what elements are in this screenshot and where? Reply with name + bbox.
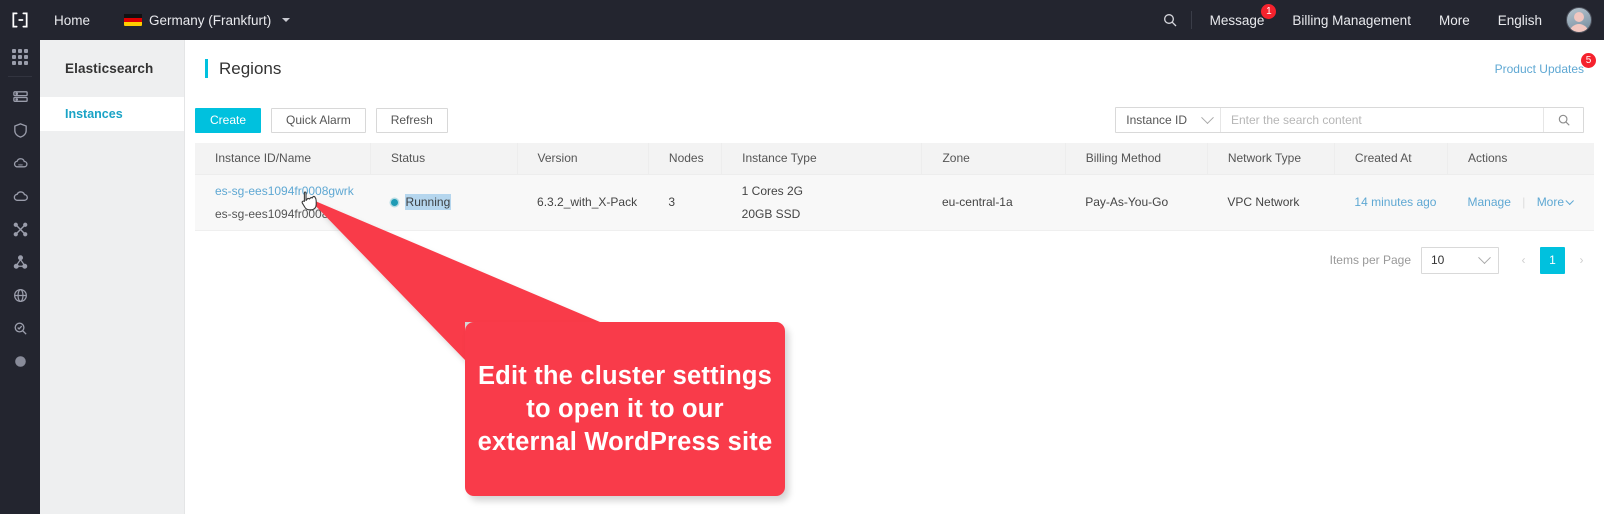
cell-created-at: 14 minutes ago (1334, 174, 1448, 231)
more-actions-label: More (1536, 195, 1565, 209)
column-header-nodes: Nodes (648, 143, 723, 175)
search-filter-select[interactable]: Instance ID (1116, 108, 1221, 132)
cell-network-type: VPC Network (1207, 174, 1335, 231)
column-header-billing-method: Billing Method (1065, 143, 1208, 175)
actions-divider: | (1522, 195, 1526, 209)
pagination: Items per Page 10 ‹ 1 › (185, 231, 1604, 274)
column-header-instance-id-name: Instance ID/Name (195, 143, 372, 175)
chevron-down-icon (1478, 250, 1491, 264)
product-sidebar: Elasticsearch Instances (40, 40, 185, 514)
nodes-share-icon[interactable] (0, 246, 40, 279)
language-selector[interactable]: English (1484, 0, 1556, 40)
instance-type-disk: 20GB SSD (741, 206, 801, 221)
status-dot-icon (390, 198, 398, 206)
cell-version: 6.3.2_with_X-Pack (517, 174, 649, 231)
page-title-text: Regions (219, 58, 282, 78)
billing-management-link[interactable]: Billing Management (1278, 0, 1425, 40)
status-label: Running (404, 194, 452, 210)
product-updates-badge: 5 (1581, 52, 1596, 68)
page-title: Regions (185, 59, 281, 79)
user-avatar-icon[interactable] (1566, 7, 1592, 33)
cell-status: Running (370, 174, 518, 231)
pagination-next-button[interactable]: › (1569, 247, 1594, 274)
message-link[interactable]: Message 1 (1196, 0, 1279, 40)
search-bar: Instance ID (1115, 107, 1584, 133)
callout-text: Edit the cluster settings to open it to … (477, 361, 773, 456)
network-cross-icon[interactable] (0, 213, 40, 246)
instances-table-wrapper: Instance ID/Name Status Version Nodes In… (185, 143, 1604, 231)
instance-type-cores: 1 Cores 2G (741, 183, 803, 198)
cloud-icon[interactable] (0, 180, 40, 213)
product-updates-link[interactable]: Product Updates 5 (1494, 52, 1596, 76)
search-input[interactable] (1221, 108, 1543, 132)
refresh-button[interactable]: Refresh (375, 107, 448, 133)
cloud-console-logo-icon[interactable] (0, 0, 40, 40)
pagination-page-1[interactable]: 1 (1540, 246, 1565, 274)
column-header-version: Version (517, 143, 649, 175)
shield-icon[interactable] (0, 114, 40, 147)
items-per-page-label: Items per Page (1329, 253, 1411, 267)
column-header-actions: Actions (1447, 143, 1594, 175)
region-label: Germany (Frankfurt) (149, 12, 272, 28)
table-row: es-sg-ees1094fr0008gwrk es-sg-ees1094fr0… (195, 174, 1594, 231)
globe-icon[interactable] (0, 279, 40, 312)
instances-table: Instance ID/Name Status Version Nodes In… (195, 143, 1594, 231)
server-stack-icon[interactable] (0, 81, 40, 114)
search-icon[interactable] (1153, 0, 1187, 40)
instance-name-text: es-sg-ees1094fr0008u... (215, 206, 346, 221)
more-menu-link[interactable]: More (1425, 0, 1484, 40)
search-filter-label: Instance ID (1126, 113, 1187, 127)
security-scan-icon[interactable] (0, 312, 40, 345)
quick-alarm-button[interactable]: Quick Alarm (271, 107, 366, 133)
column-header-instance-type: Instance Type (721, 143, 923, 175)
region-selector[interactable]: Germany (Frankfurt) (104, 0, 304, 40)
instances-content: Create Quick Alarm Refresh Instance ID E… (185, 97, 1604, 514)
cell-instance-id-name: es-sg-ees1094fr0008gwrk es-sg-ees1094fr0… (195, 174, 371, 231)
apps-grid-icon[interactable] (0, 40, 40, 73)
status-badge: Running (390, 194, 516, 210)
cloud-database-icon[interactable] (0, 147, 40, 180)
cell-instance-type: 1 Cores 2G 20GB SSD (721, 174, 922, 231)
table-header-row: Instance ID/Name Status Version Nodes In… (195, 143, 1594, 175)
column-header-status: Status (370, 143, 518, 175)
table-toolbar: Create Quick Alarm Refresh Instance ID (185, 97, 1604, 143)
home-link[interactable]: Home (40, 0, 104, 40)
caret-down-icon (282, 18, 291, 22)
search-submit-button[interactable] (1543, 108, 1583, 132)
product-icon-rail (0, 40, 40, 514)
cell-billing-method: Pay-As-You-Go (1065, 174, 1208, 231)
message-badge: 1 (1261, 4, 1277, 19)
table-body: es-sg-ees1094fr0008gwrk es-sg-ees1094fr0… (195, 174, 1594, 231)
chevron-down-icon (1201, 110, 1214, 124)
items-per-page-select[interactable]: 10 (1421, 246, 1499, 274)
rail-divider (8, 76, 32, 77)
items-per-page-value: 10 (1431, 253, 1445, 267)
column-header-zone: Zone (921, 143, 1066, 175)
create-button[interactable]: Create (195, 107, 262, 133)
top-bar-right-group: Message 1 Billing Management More Englis… (1153, 0, 1604, 40)
sidebar-item-label: Instances (65, 107, 123, 121)
callout-box[interactable]: Edit the cluster settings to open it to … (465, 322, 785, 496)
cell-nodes: 3 (648, 174, 722, 231)
germany-flag-icon (124, 14, 143, 26)
pagination-prev-button[interactable]: ‹ (1511, 247, 1536, 274)
top-navigation-bar: Home Germany (Frankfurt) Message 1 Billi… (0, 0, 1604, 40)
column-header-created-at: Created At (1334, 143, 1449, 175)
page-header: Regions Product Updates 5 (185, 40, 1604, 97)
more-actions-link[interactable]: More (1536, 195, 1574, 209)
sidebar-item-instances[interactable]: Instances (40, 97, 184, 131)
table-header: Instance ID/Name Status Version Nodes In… (195, 143, 1594, 175)
manage-link[interactable]: Manage (1468, 195, 1511, 209)
cell-zone: eu-central-1a (921, 174, 1066, 231)
title-accent-bar (205, 59, 208, 78)
column-header-network-type: Network Type (1207, 143, 1335, 175)
sidebar-product-title: Elasticsearch (65, 61, 154, 76)
instance-id-link[interactable]: es-sg-ees1094fr0008gwrk (215, 184, 370, 198)
cell-actions: Manage | More (1447, 174, 1594, 231)
chevron-down-icon (1565, 196, 1574, 206)
message-label: Message (1209, 12, 1265, 28)
top-bar-divider (1190, 11, 1192, 29)
sphere-dot-icon[interactable] (0, 345, 40, 378)
product-updates-label: Product Updates (1494, 61, 1584, 76)
